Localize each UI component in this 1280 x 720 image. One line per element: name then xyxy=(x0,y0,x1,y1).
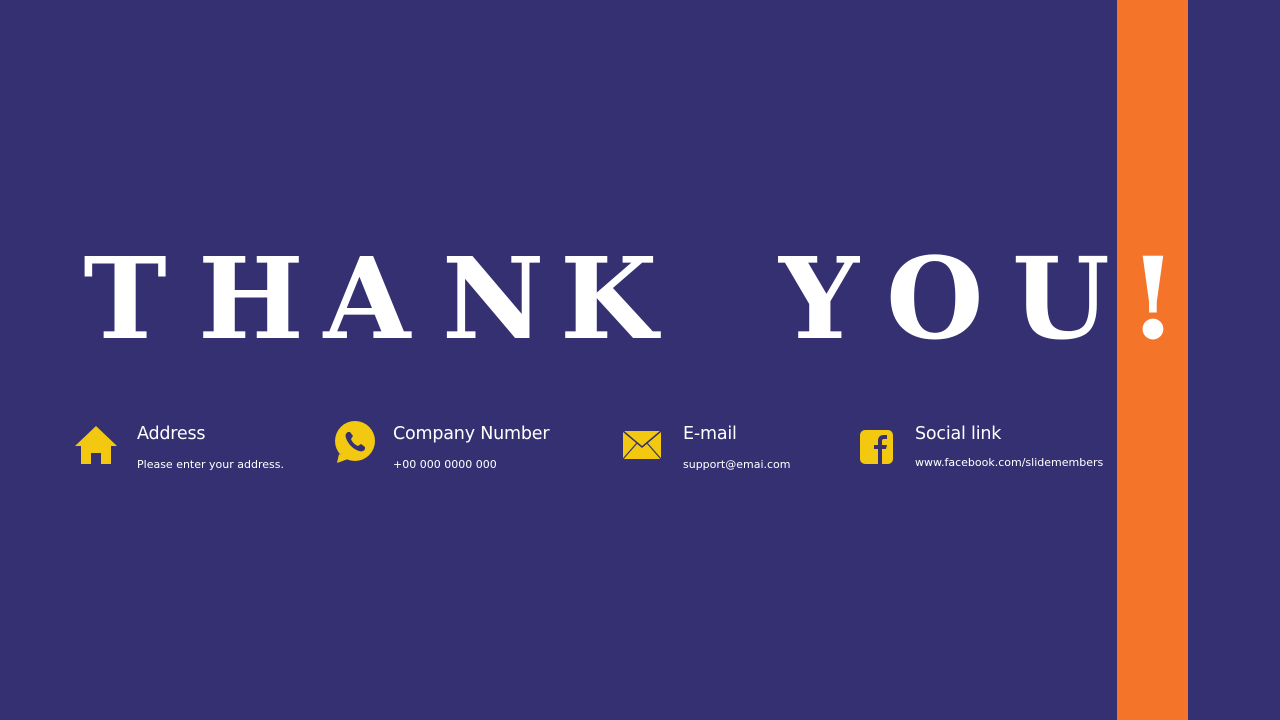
social-link-title: Social link xyxy=(915,424,1002,444)
contact-social-link: Social link www.facebook.com/slidemember… xyxy=(860,420,1110,480)
headline-letter-o: O xyxy=(886,234,984,365)
contact-email: E-mail support@emai.com xyxy=(622,420,822,480)
headline-letter-a: A xyxy=(323,234,411,365)
contact-address: Address Please enter your address. xyxy=(74,420,304,480)
social-link-text[interactable]: www.facebook.com/slidemembers xyxy=(915,456,1103,469)
company-number-title: Company Number xyxy=(393,424,550,444)
address-text: Please enter your address. xyxy=(137,458,284,471)
envelope-icon xyxy=(622,430,662,460)
facebook-icon xyxy=(860,430,893,464)
headline-letter-y: Y xyxy=(779,234,859,365)
thank-you-headline: T H A N K Y O U ! xyxy=(0,240,1280,360)
headline-letter-h: H xyxy=(198,234,304,365)
headline-letter-u: U xyxy=(1012,234,1110,365)
whatsapp-phone-icon xyxy=(333,420,377,464)
address-title: Address xyxy=(137,424,206,444)
home-icon xyxy=(74,424,118,466)
thank-you-slide: T H A N K Y O U ! Address Please enter y… xyxy=(0,0,1280,720)
company-number-text: +00 000 0000 000 xyxy=(393,458,497,471)
headline-exclamation: ! xyxy=(1128,234,1178,365)
contact-company-number: Company Number +00 000 0000 000 xyxy=(333,420,583,480)
headline-letter-k: K xyxy=(560,234,658,365)
email-title: E-mail xyxy=(683,424,737,444)
headline-letter-t: T xyxy=(83,234,167,365)
headline-letter-n: N xyxy=(442,234,545,365)
email-text[interactable]: support@emai.com xyxy=(683,458,791,471)
